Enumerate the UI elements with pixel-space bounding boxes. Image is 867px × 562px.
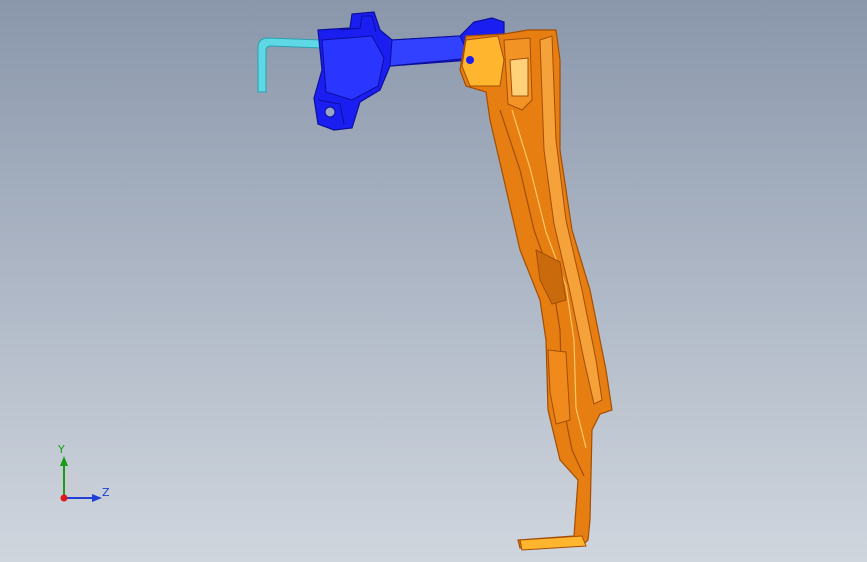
z-axis-label: Z xyxy=(102,486,110,499)
orange-bracket-part[interactable] xyxy=(459,29,613,551)
cyan-rod-part[interactable] xyxy=(257,37,323,93)
y-axis-label: Y xyxy=(58,443,65,456)
graphics-viewport[interactable]: Y Z xyxy=(0,0,867,562)
triad-graphic xyxy=(60,456,102,502)
3d-model-view[interactable] xyxy=(0,0,867,562)
axis-triad: Y Z xyxy=(44,440,124,520)
